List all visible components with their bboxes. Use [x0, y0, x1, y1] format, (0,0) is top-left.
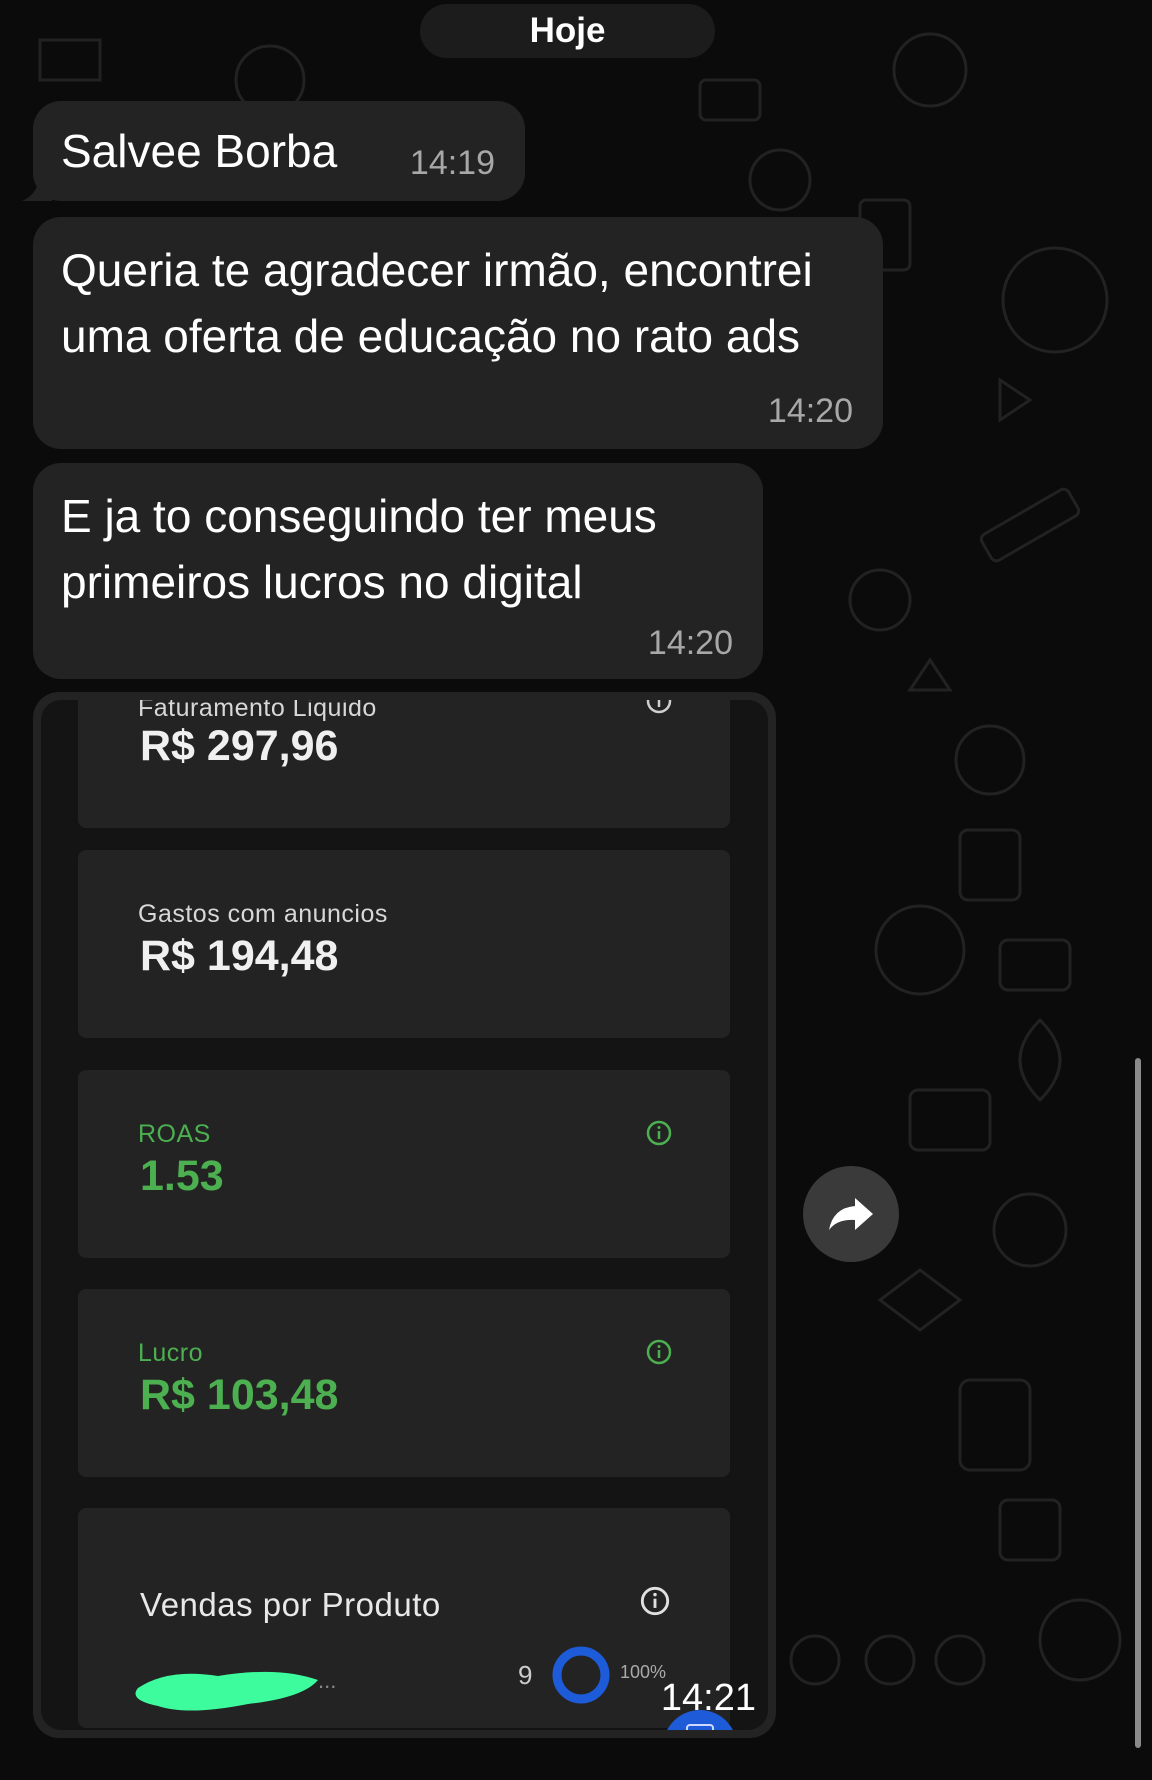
card-label: Gastos com anuncios	[138, 900, 388, 928]
product-name-suffix: ...	[318, 1668, 337, 1693]
card-title: Vendas por Produto	[140, 1586, 441, 1623]
message-bubble[interactable]: Salvee Borba 14:19	[33, 101, 525, 201]
info-circle-icon	[646, 700, 672, 714]
info-circle-icon	[640, 1586, 670, 1616]
card-label: Lucro	[138, 1339, 204, 1367]
image-message[interactable]: Faturamento Liquido R$ 297,96 Gastos com…	[33, 692, 776, 1738]
donut-ring	[552, 1646, 610, 1704]
scrollbar[interactable]	[1135, 1058, 1141, 1748]
message-text: Queria te agradecer irmão, encontrei uma…	[61, 244, 813, 362]
card-value: R$ 103,48	[140, 1371, 339, 1419]
card-label: Faturamento Liquido	[138, 700, 377, 722]
sales-percent: 100%	[620, 1662, 667, 1682]
sales-count: 9	[518, 1660, 533, 1690]
card-label: ROAS	[138, 1120, 211, 1148]
profit-card: Lucro R$ 103,48	[78, 1289, 730, 1477]
date-separator: Hoje	[420, 4, 715, 58]
revenue-card: Faturamento Liquido R$ 297,96	[78, 700, 730, 828]
info-circle-icon	[646, 1339, 672, 1365]
forward-arrow-icon	[829, 1198, 873, 1230]
message-time: 14:20	[647, 624, 733, 662]
roas-card: ROAS 1.53	[78, 1070, 730, 1258]
card-value: R$ 194,48	[140, 932, 339, 980]
message-time: 14:21	[660, 1677, 756, 1719]
message-time: 14:20	[767, 392, 853, 430]
message-time: 14:19	[409, 144, 495, 182]
info-circle-icon	[646, 1120, 672, 1146]
card-value: R$ 297,96	[140, 722, 339, 770]
message-bubble[interactable]: E ja to conseguindo ter meus primeiros l…	[33, 463, 763, 679]
forward-button[interactable]	[803, 1166, 899, 1262]
dashboard-screenshot[interactable]: Faturamento Liquido R$ 297,96 Gastos com…	[41, 700, 768, 1730]
sales-by-product-card: Vendas por Produto ... 9 100%	[78, 1508, 730, 1728]
redaction-scribble	[135, 1671, 318, 1711]
ad-spend-card: Gastos com anuncios R$ 194,48	[78, 850, 730, 1038]
message-text: E ja to conseguindo ter meus primeiros l…	[61, 490, 657, 608]
message-bubble[interactable]: Queria te agradecer irmão, encontrei uma…	[33, 217, 883, 449]
card-value: 1.53	[140, 1152, 224, 1200]
